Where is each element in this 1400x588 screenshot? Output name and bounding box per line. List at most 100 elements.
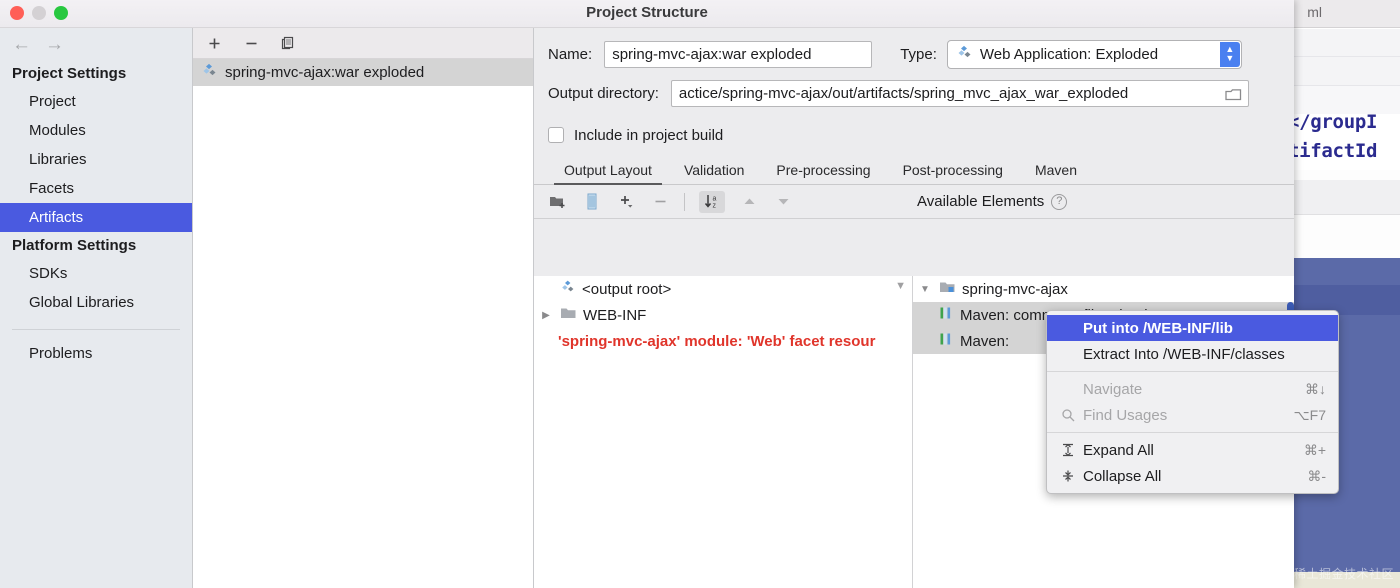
svg-text:z: z (712, 203, 716, 210)
menu-item-navigate[interactable]: Navigate ⌘↓ (1047, 376, 1338, 402)
sidebar-group-project-settings: Project Settings (12, 65, 127, 82)
name-row: Name: spring-mvc-ajax:war exploded Type:… (534, 28, 1294, 70)
sidebar-item-project[interactable]: Project (0, 87, 192, 116)
menu-item-label: Navigate (1083, 380, 1143, 398)
sidebar-item-libraries[interactable]: Libraries (0, 145, 192, 174)
sort-az-icon[interactable]: a z (699, 190, 725, 213)
remove-artifact-button[interactable] (241, 33, 261, 53)
sidebar-item-problems[interactable]: Problems (0, 339, 192, 368)
library-icon (939, 332, 954, 350)
tree-node-label: spring-mvc-ajax (962, 280, 1068, 298)
web-application-icon (956, 44, 973, 65)
menu-item-shortcut: ⌥F7 (1293, 406, 1326, 423)
menu-item-extract-into-web-inf-classes[interactable]: Extract Into /WEB-INF/classes (1047, 341, 1338, 367)
dialog-titlebar: Project Structure (0, 0, 1294, 28)
archive-icon[interactable] (582, 192, 602, 212)
tree-node-output-root[interactable]: <output root> (534, 276, 912, 302)
include-in-build-label: Include in project build (574, 126, 724, 144)
artifact-detail-panel: Name: spring-mvc-ajax:war exploded Type:… (534, 28, 1294, 588)
editor-code-line-1: </groupI (1288, 111, 1378, 133)
menu-separator (1047, 432, 1338, 433)
menu-item-label: Find Usages (1083, 406, 1168, 424)
type-select[interactable]: Web Application: Exploded ▲ ▼ (946, 39, 1242, 69)
module-icon (939, 280, 956, 298)
tree-node-web-inf[interactable]: ▶ WEB-INF (534, 302, 912, 328)
sidebar-item-artifacts[interactable]: Artifacts (0, 203, 192, 232)
tab-output-layout[interactable]: Output Layout (548, 162, 668, 185)
move-up-icon[interactable] (739, 192, 759, 212)
plus-dropdown-icon[interactable] (616, 192, 636, 212)
menu-item-label: Collapse All (1083, 467, 1162, 485)
detail-tabs: Output Layout Validation Pre-processing … (534, 154, 1294, 185)
chevron-down-icon[interactable]: ▼ (917, 284, 933, 295)
menu-item-label: Put into /WEB-INF/lib (1083, 319, 1233, 337)
menu-item-label: Extract Into /WEB-INF/classes (1083, 345, 1285, 363)
menu-item-expand-all[interactable]: Expand All ⌘+ (1047, 437, 1338, 463)
move-down-icon[interactable] (773, 192, 793, 212)
output-directory-input[interactable]: actice/spring-mvc-ajax/out/artifacts/spr… (670, 79, 1249, 107)
include-in-build-row[interactable]: Include in project build (534, 116, 1294, 154)
menu-item-label: Expand All (1083, 441, 1154, 459)
menu-item-find-usages[interactable]: Find Usages ⌥F7 (1047, 402, 1338, 428)
tree-node-label: <output root> (582, 280, 672, 298)
available-elements-label: Available Elements (917, 193, 1045, 210)
back-icon[interactable]: ← (12, 35, 31, 54)
forward-icon[interactable]: → (45, 35, 64, 54)
expand-all-icon (1061, 443, 1083, 457)
artifacts-toolbar (193, 28, 533, 59)
output-directory-value: actice/spring-mvc-ajax/out/artifacts/spr… (678, 84, 1129, 102)
editor-code-text: </groupI tifactId (1288, 108, 1400, 166)
sidebar-item-modules[interactable]: Modules (0, 116, 192, 145)
toolbar-separator (684, 192, 685, 211)
watermark: @稀土掘金技术社区 (1281, 567, 1394, 581)
tree-node-label: Maven: (960, 332, 1010, 350)
output-directory-row: Output directory: actice/spring-mvc-ajax… (534, 70, 1294, 116)
editor-tab-label: ml (1307, 4, 1322, 20)
tree-node-label: WEB-INF (583, 306, 647, 324)
output-directory-label: Output directory: (548, 84, 659, 102)
name-label: Name: (548, 45, 593, 63)
folder-browse-icon[interactable] (1225, 85, 1242, 106)
sidebar-item-facets[interactable]: Facets (0, 174, 192, 203)
artifact-icon (560, 279, 576, 299)
folder-plus-icon[interactable] (548, 192, 568, 212)
available-elements-header: Available Elements ? (917, 193, 1068, 210)
type-label: Type: (900, 45, 937, 63)
chevron-updown-icon[interactable]: ▲ ▼ (1219, 41, 1240, 67)
editor-gutter-lines (1294, 29, 1400, 114)
menu-item-shortcut: ⌘+ (1303, 441, 1326, 458)
tab-pre-processing[interactable]: Pre-processing (760, 162, 886, 184)
context-menu: Put into /WEB-INF/lib Extract Into /WEB-… (1046, 310, 1339, 494)
copy-artifact-button[interactable] (278, 33, 298, 53)
folder-icon (560, 306, 577, 324)
remove-element-button[interactable] (650, 192, 670, 212)
artifacts-list-panel: spring-mvc-ajax:war exploded (193, 28, 534, 588)
settings-sidebar: ← → Project Settings Project Modules Lib… (0, 28, 193, 588)
sidebar-item-global-libraries[interactable]: Global Libraries (0, 288, 192, 317)
editor-code-line-2: tifactId (1288, 140, 1378, 162)
output-layout-toolbar: a z Available Elements ? (534, 185, 1294, 219)
chevron-right-icon[interactable]: ▶ (538, 310, 554, 321)
add-artifact-button[interactable] (204, 33, 224, 53)
library-icon (939, 306, 954, 324)
tab-validation[interactable]: Validation (668, 162, 760, 184)
type-select-value: Web Application: Exploded (979, 45, 1159, 63)
menu-item-put-into-web-inf-lib[interactable]: Put into /WEB-INF/lib (1047, 315, 1338, 341)
editor-secondary-tab (1294, 180, 1400, 215)
sidebar-item-sdks[interactable]: SDKs (0, 259, 192, 288)
sidebar-divider (12, 329, 180, 330)
scroll-down-icon[interactable]: ▼ (895, 280, 906, 292)
name-input[interactable]: spring-mvc-ajax:war exploded (604, 40, 873, 68)
help-icon[interactable]: ? (1051, 193, 1068, 210)
artifact-icon (201, 62, 218, 83)
tab-maven[interactable]: Maven (1019, 162, 1093, 184)
menu-item-shortcut: ⌘↓ (1305, 380, 1326, 397)
include-in-build-checkbox[interactable] (548, 127, 564, 143)
tree-node-facet-warning[interactable]: 'spring-mvc-ajax' module: 'Web' facet re… (534, 328, 912, 354)
tab-post-processing[interactable]: Post-processing (887, 162, 1019, 184)
output-layout-tree: <output root> ▶ WEB-INF 'spring-mvc-ajax… (534, 276, 913, 588)
menu-separator (1047, 371, 1338, 372)
tree-node-spring-mvc-ajax[interactable]: ▼ spring-mvc-ajax (913, 276, 1294, 302)
artifact-list-item[interactable]: spring-mvc-ajax:war exploded (193, 59, 533, 86)
menu-item-collapse-all[interactable]: Collapse All ⌘- (1047, 463, 1338, 489)
